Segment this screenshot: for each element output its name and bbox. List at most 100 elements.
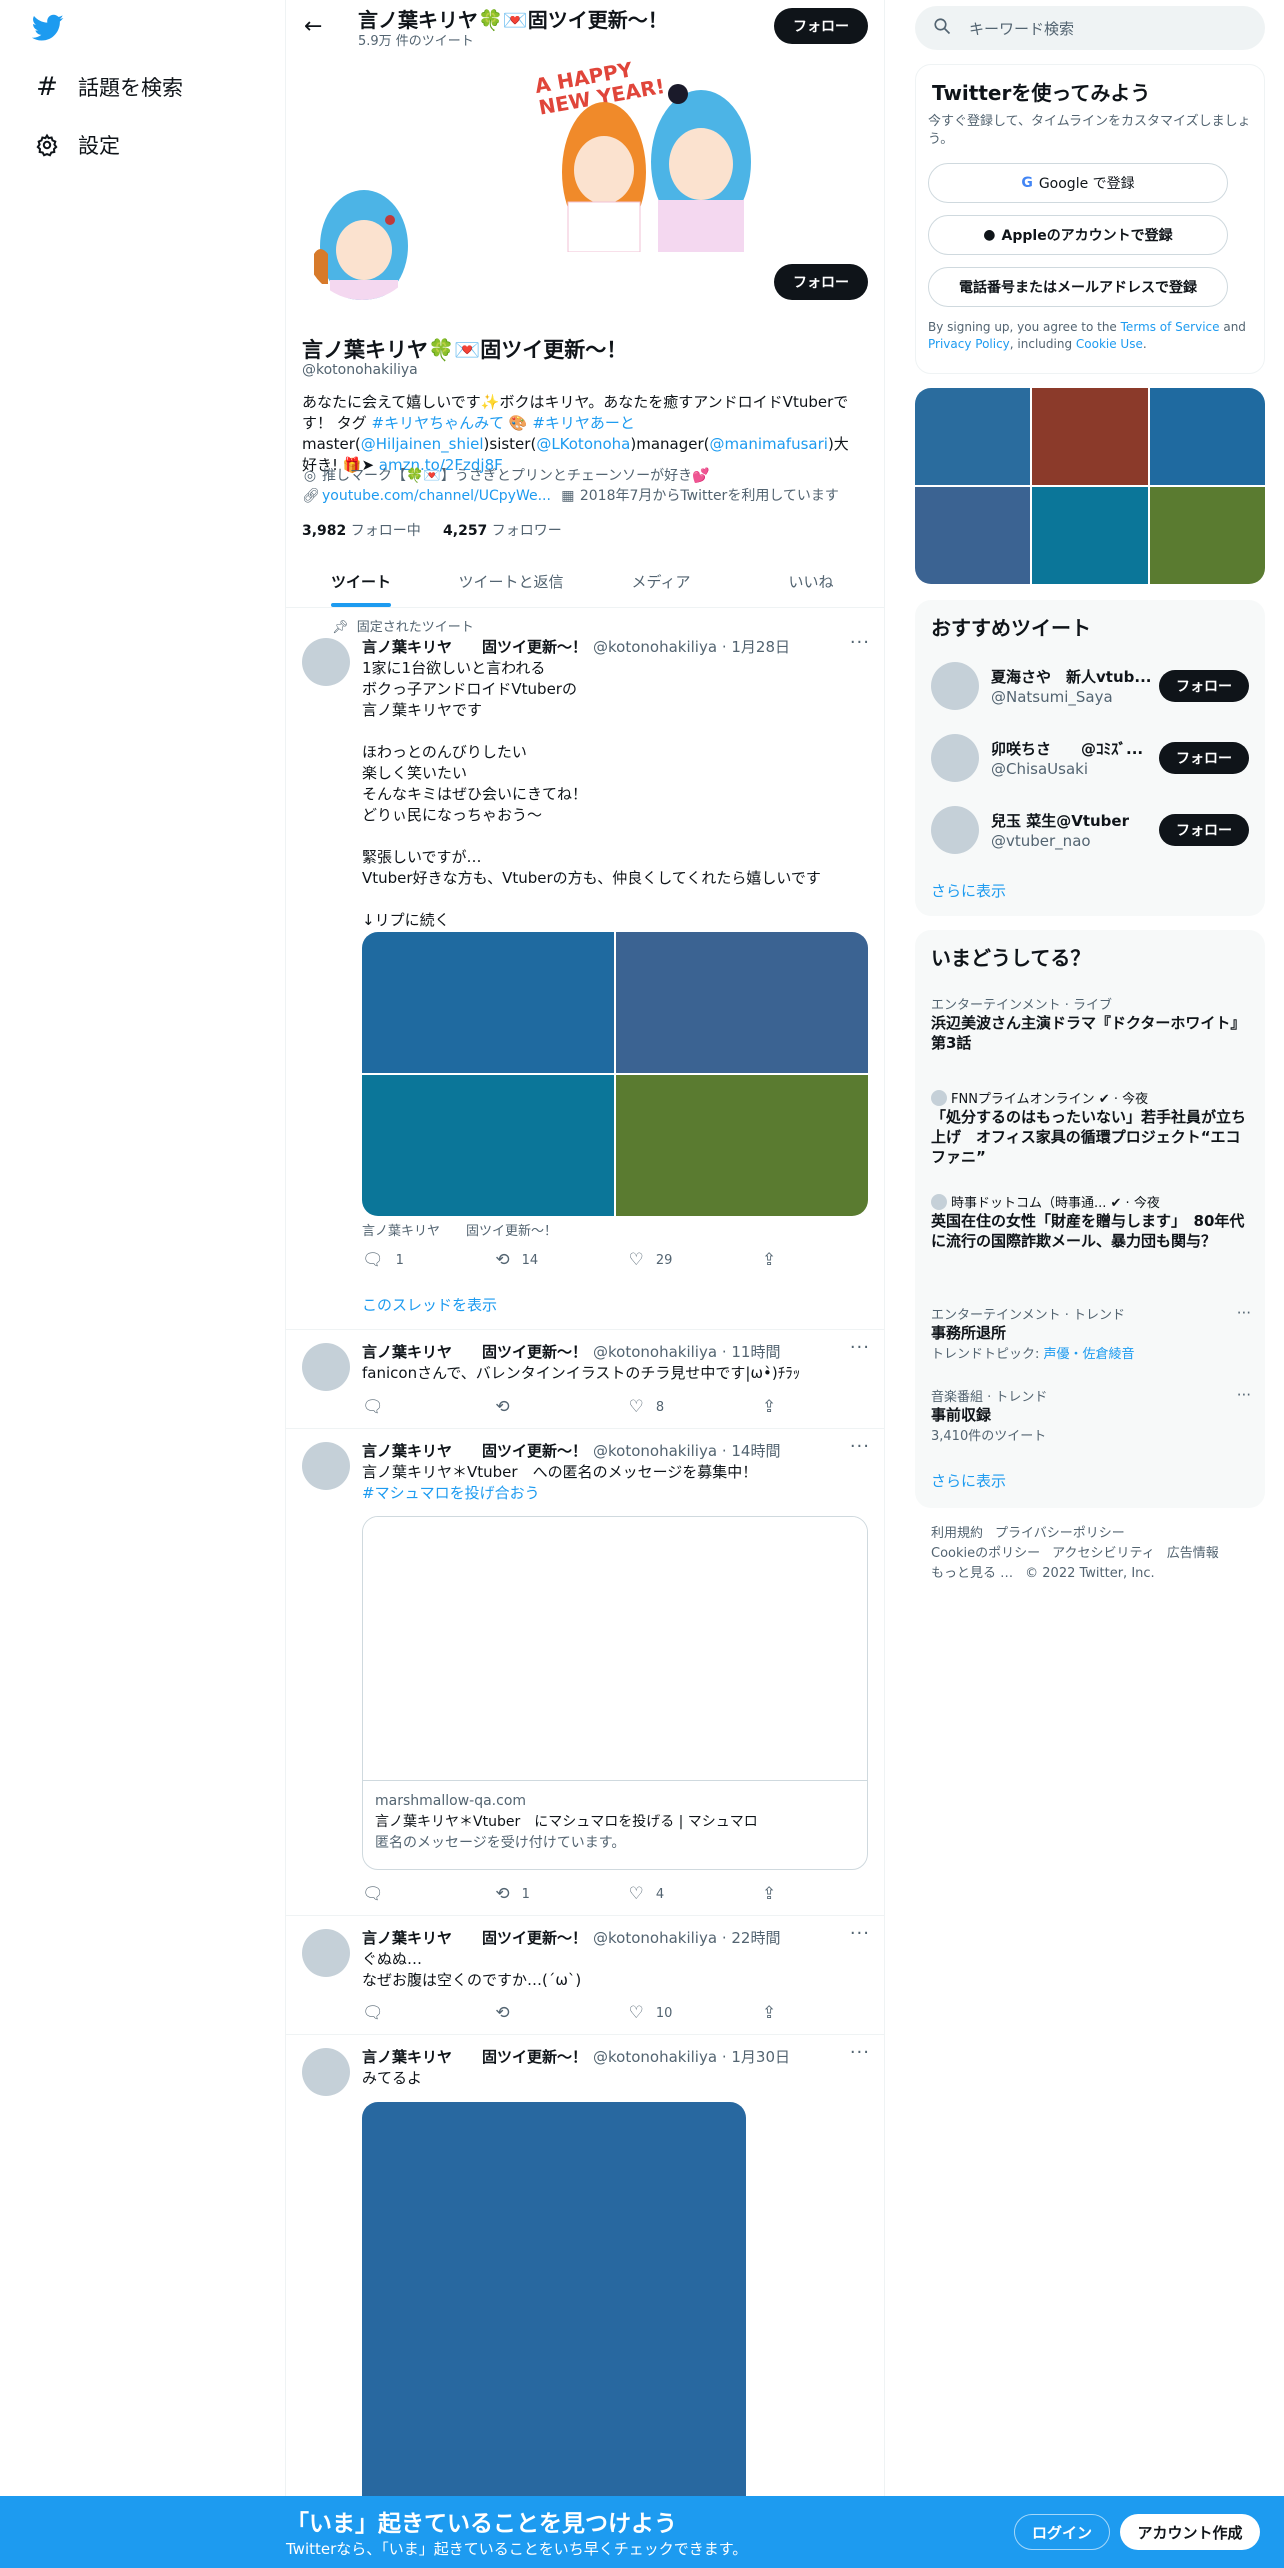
trend-topic-link[interactable]: 声優・佐倉綾音 xyxy=(1044,1347,1135,1362)
photo-thumb[interactable] xyxy=(1032,487,1148,584)
tweet-time[interactable]: · 14時間 xyxy=(722,1442,781,1460)
suggested-user[interactable]: 兒玉 菜生@Vtuber @vtuber_nao フォロー xyxy=(931,800,1251,860)
tweet-author-name[interactable]: 言ノ葉キリヤ 固ツイ更新～！ xyxy=(362,1343,587,1361)
like-button[interactable]: ♡ 10 xyxy=(629,2003,739,2023)
privacy-link[interactable]: Privacy Policy xyxy=(928,337,1010,351)
tweet-author-handle[interactable]: @kotonohakiliya xyxy=(593,638,717,656)
trend-item[interactable]: FNNプライムオンライン ✔ · 今夜 「処分するのはもったいない」若手社員が立… xyxy=(931,1088,1251,1167)
media-image[interactable] xyxy=(616,1075,868,1216)
cookie-link[interactable]: Cookie Use xyxy=(1076,337,1143,351)
tab-tweets-replies[interactable]: ツイートと返信 xyxy=(436,556,586,607)
nav-explore[interactable]: # 話題を検索 xyxy=(34,72,183,102)
footer-link[interactable]: もっと見る … xyxy=(931,1566,1013,1581)
follow-button[interactable]: フォロー xyxy=(1159,814,1249,846)
tweet-time[interactable]: · 11時間 xyxy=(722,1343,781,1361)
trend-item[interactable]: エンターテインメント · ライブ 浜辺美波さん主演ドラマ『ドクターホワイト』第3… xyxy=(931,994,1251,1053)
profile-url[interactable]: youtube.com/channel/UCpyWe... xyxy=(322,488,551,504)
google-signup-button[interactable]: G Google で登録 xyxy=(928,163,1228,203)
tweet-author-handle[interactable]: @kotonohakiliya xyxy=(593,1929,717,1947)
follow-button[interactable]: フォロー xyxy=(1159,742,1249,774)
reply-button[interactable]: 🗨︎ xyxy=(362,1397,472,1417)
tweet[interactable]: 言ノ葉キリヤ 固ツイ更新～！ @kotonohakiliya · 22時間 ···… xyxy=(286,1917,884,2035)
phone-email-signup-button[interactable]: 電話番号またはメールアドレスで登録 xyxy=(928,267,1228,307)
bio-hashtag-kiriya[interactable]: #キリヤちゃんみて xyxy=(372,414,505,432)
header-follow-button[interactable]: フォロー xyxy=(774,8,868,44)
tweet-time[interactable]: · 1月30日 xyxy=(722,2048,790,2066)
following-link[interactable]: 3,982 フォロー中 xyxy=(302,523,421,539)
photo-thumb[interactable] xyxy=(915,487,1031,584)
share-button[interactable]: ⇪ xyxy=(762,2003,782,2023)
photo-thumb[interactable] xyxy=(1149,388,1265,485)
like-button[interactable]: ♡ 8 xyxy=(629,1397,739,1417)
media-image[interactable] xyxy=(362,1075,614,1216)
tweet-author-name[interactable]: 言ノ葉キリヤ 固ツイ更新～！ xyxy=(362,638,587,656)
footer-link[interactable]: Cookieのポリシー xyxy=(931,1546,1040,1561)
bio-mention-master[interactable]: @Hiljainen_shiel xyxy=(361,435,484,453)
media-image[interactable] xyxy=(616,932,868,1073)
share-button[interactable]: ⇪ xyxy=(762,1884,782,1904)
retweet-button[interactable]: ⟲ 1 xyxy=(495,1884,605,1904)
follow-button[interactable]: フォロー xyxy=(1159,670,1249,702)
share-button[interactable]: ⇪ xyxy=(762,1250,782,1270)
photo-thumb[interactable] xyxy=(915,388,1031,485)
photo-thumb[interactable] xyxy=(1032,388,1148,485)
followers-link[interactable]: 4,257 フォロワー xyxy=(443,523,562,539)
tweet-hashtag[interactable]: #マシュマロを投げ合おう xyxy=(362,1484,540,1502)
tweet-avatar[interactable] xyxy=(302,2048,350,2096)
share-button[interactable]: ⇪ xyxy=(762,1397,782,1417)
tweet[interactable]: 言ノ葉キリヤ 固ツイ更新～！ @kotonohakiliya · 14時間 ···… xyxy=(286,1430,884,1916)
suggested-user[interactable]: 夏海さや 新人vtub... @Natsumi_Saya フォロー xyxy=(931,656,1251,716)
search-input[interactable]: キーワード検索 xyxy=(915,6,1265,50)
trend-item[interactable]: 音楽番組 · トレンド 事前収録 3,410件のツイート ··· xyxy=(931,1386,1251,1444)
tweet-avatar[interactable] xyxy=(302,1343,350,1391)
login-button[interactable]: ログイン xyxy=(1014,2514,1110,2550)
profile-follow-button[interactable]: フォロー xyxy=(774,264,868,300)
create-account-button[interactable]: アカウント作成 xyxy=(1120,2514,1260,2550)
more-options-icon[interactable]: ··· xyxy=(1237,1304,1251,1322)
more-options-icon[interactable]: ··· xyxy=(850,2042,870,2063)
show-thread-link[interactable]: このスレッドを表示 xyxy=(362,1294,497,1315)
tweet-author-handle[interactable]: @kotonohakiliya xyxy=(593,1343,717,1361)
apple-signup-button[interactable]: ● Appleのアカウントで登録 xyxy=(928,215,1228,255)
reply-button[interactable]: 🗨︎ 1 xyxy=(362,1250,472,1270)
user-avatar[interactable] xyxy=(931,806,979,854)
reply-button[interactable]: 🗨︎ xyxy=(362,2003,472,2023)
tweet[interactable]: 言ノ葉キリヤ 固ツイ更新～！ @kotonohakiliya · 1月30日 ··… xyxy=(286,2036,884,2568)
like-button[interactable]: ♡ 4 xyxy=(629,1884,739,1904)
profile-avatar[interactable] xyxy=(300,180,424,304)
footer-link[interactable]: プライバシーポリシー xyxy=(995,1526,1125,1541)
tweet-time[interactable]: · 1月28日 xyxy=(722,638,790,656)
tweet-avatar[interactable] xyxy=(302,1442,350,1490)
trend-item[interactable]: エンターテインメント · トレンド 事務所退所 トレンドトピック: 声優・佐倉綾… xyxy=(931,1304,1251,1362)
bio-hashtag-art[interactable]: #キリヤあーと xyxy=(532,414,635,432)
more-options-icon[interactable]: ··· xyxy=(850,1923,870,1944)
user-avatar[interactable] xyxy=(931,734,979,782)
reply-button[interactable]: 🗨︎ xyxy=(362,1884,472,1904)
tweet-pinned[interactable]: 📌︎ 固定されたツイート 言ノ葉キリヤ 固ツイ更新～！ @kotonohakili… xyxy=(286,610,884,1330)
nav-settings[interactable]: 設定 xyxy=(34,130,120,160)
retweet-button[interactable]: ⟲ xyxy=(495,1397,605,1417)
bio-mention-sister[interactable]: @LKotonoha xyxy=(536,435,630,453)
terms-link[interactable]: Terms of Service xyxy=(1121,320,1220,334)
tweet-author-name[interactable]: 言ノ葉キリヤ 固ツイ更新～！ xyxy=(362,2048,587,2066)
footer-link[interactable]: 広告情報 xyxy=(1167,1546,1219,1561)
tweet-author-handle[interactable]: @kotonohakiliya xyxy=(593,1442,717,1460)
tab-likes[interactable]: いいね xyxy=(736,556,884,607)
tweet-avatar[interactable] xyxy=(302,1929,350,1977)
retweet-button[interactable]: ⟲ xyxy=(495,2003,605,2023)
tab-media[interactable]: メディア xyxy=(586,556,736,607)
show-more-link[interactable]: さらに表示 xyxy=(931,880,1006,901)
link-card[interactable]: marshmallow-qa.com 言ノ葉キリヤ＊Vtuber にマシュマロを… xyxy=(362,1516,868,1870)
more-options-icon[interactable]: ··· xyxy=(1237,1386,1251,1404)
tab-tweets[interactable]: ツイート xyxy=(286,556,436,607)
tweet-author-name[interactable]: 言ノ葉キリヤ 固ツイ更新～！ xyxy=(362,1442,587,1460)
tweet-time[interactable]: · 22時間 xyxy=(722,1929,781,1947)
media-image[interactable] xyxy=(362,932,614,1073)
tweet-author-handle[interactable]: @kotonohakiliya xyxy=(593,2048,717,2066)
photo-thumb[interactable] xyxy=(1149,487,1265,584)
show-more-trends-link[interactable]: さらに表示 xyxy=(931,1470,1006,1491)
tweet[interactable]: 言ノ葉キリヤ 固ツイ更新～！ @kotonohakiliya · 11時間 ···… xyxy=(286,1331,884,1429)
user-avatar[interactable] xyxy=(931,662,979,710)
tweet-author-name[interactable]: 言ノ葉キリヤ 固ツイ更新～！ xyxy=(362,1929,587,1947)
more-options-icon[interactable]: ··· xyxy=(850,632,870,653)
